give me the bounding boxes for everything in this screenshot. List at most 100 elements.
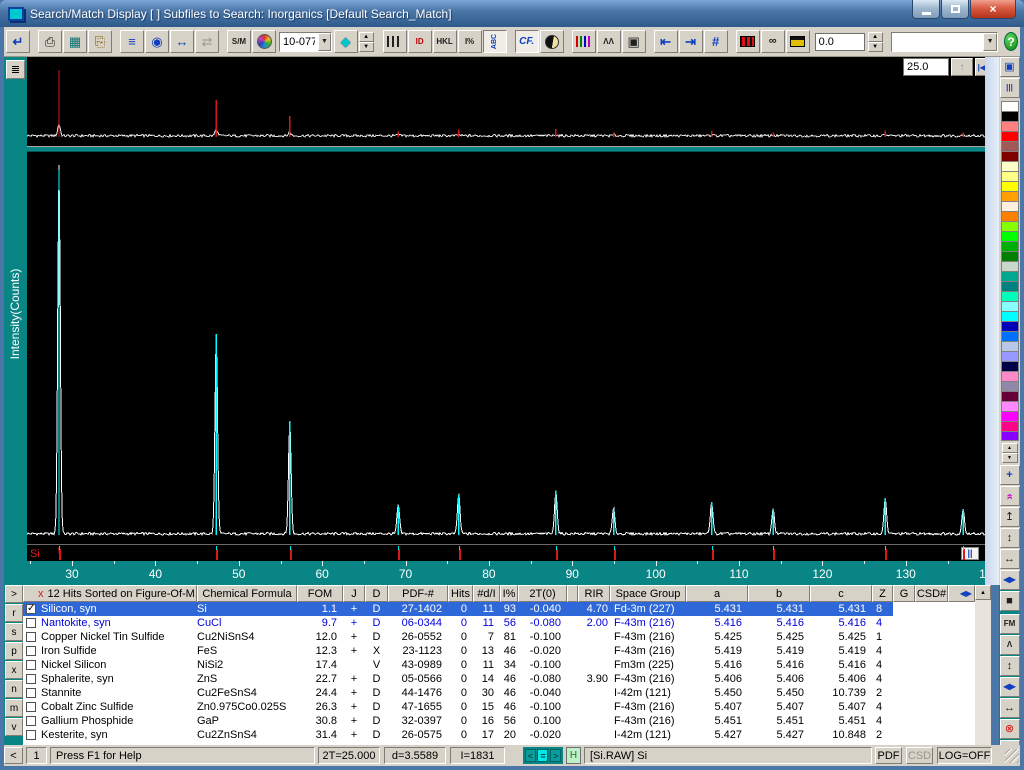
Sphalerite, syn[interactable]: Sphalerite, syn ZnS 22.7 + D 05-0566 0 1…: [23, 672, 975, 686]
profile-curves-button[interactable]: ΛΛ: [597, 30, 621, 53]
pdf-button[interactable]: PDF: [875, 747, 902, 764]
hkl-labels-button[interactable]: HKL: [433, 30, 457, 53]
palette-swatch[interactable]: [1001, 191, 1019, 201]
offset-input[interactable]: [815, 33, 865, 51]
palette-swatch[interactable]: [1001, 281, 1019, 291]
col-header-formula[interactable]: Chemical Formula: [197, 585, 297, 602]
col-header-z[interactable]: Z: [872, 585, 893, 602]
fm-button[interactable]: FM: [1000, 614, 1020, 634]
palette-swatch[interactable]: [1001, 221, 1019, 231]
Kesterite, syn[interactable]: Kesterite, syn Cu2ZnSnS4 31.4 + D 26-057…: [23, 728, 975, 742]
palette-spinner[interactable]: ▲ ▼: [1002, 443, 1018, 463]
palette-swatch[interactable]: [1001, 331, 1019, 341]
col-header-pdf[interactable]: PDF-#: [388, 585, 448, 602]
palette-swatch[interactable]: [1001, 171, 1019, 181]
column-layout-button[interactable]: |||: [1000, 78, 1020, 98]
h-button[interactable]: H: [566, 747, 581, 764]
col-header-csd[interactable]: CSD#: [915, 585, 948, 602]
palette-swatch[interactable]: [1001, 431, 1019, 441]
Copper Nickel Tin Sulfide[interactable]: Copper Nickel Tin Sulfide Cu2NiSnS4 12.0…: [23, 630, 975, 644]
nav-prev-button[interactable]: <: [525, 749, 536, 762]
overview-chart[interactable]: [27, 57, 985, 146]
peak-sticks-button[interactable]: [383, 30, 407, 53]
palette-swatch[interactable]: [1001, 391, 1019, 401]
ruler-tool-button[interactable]: ≣: [6, 60, 25, 79]
row-flag-button[interactable]: r: [5, 604, 23, 622]
tree-view-button[interactable]: ≡: [120, 30, 144, 53]
col-header-b[interactable]: b: [748, 585, 810, 602]
col-header-g[interactable]: G: [893, 585, 915, 602]
palette-swatch[interactable]: [1001, 261, 1019, 271]
palette-swatch[interactable]: [1001, 311, 1019, 321]
chevron-down-icon[interactable]: ▼: [983, 33, 997, 51]
color-sticks-button[interactable]: [572, 30, 596, 53]
legend-box-button[interactable]: ▣: [622, 30, 646, 53]
marker-spinner[interactable]: ▲▼: [359, 32, 374, 52]
pan-horizontal-button[interactable]: ↔: [170, 30, 194, 53]
column-resize-icon[interactable]: ◀▶: [960, 589, 974, 598]
row-checkbox[interactable]: [26, 632, 36, 642]
table-expand-vertical-button[interactable]: ↕: [1000, 656, 1020, 676]
symmetry-globe-button[interactable]: ◉: [145, 30, 169, 53]
row-flag-button[interactable]: p: [5, 642, 23, 660]
row-flag-button[interactable]: m: [5, 699, 23, 717]
row-flag-button[interactable]: >: [5, 585, 23, 603]
palette-swatch[interactable]: [1001, 241, 1019, 251]
shift-left-button[interactable]: ⇤: [654, 30, 678, 53]
spin-up-icon[interactable]: ▲: [868, 32, 883, 42]
col-header-ipct[interactable]: I%: [500, 585, 518, 602]
palette-swatch[interactable]: [1001, 401, 1019, 411]
spin-down-icon[interactable]: ▼: [1002, 453, 1018, 463]
scroll-up-icon[interactable]: ▲: [975, 585, 991, 600]
palette-swatch[interactable]: [1001, 161, 1019, 171]
palette-swatch[interactable]: [1001, 111, 1019, 121]
screen-display-button[interactable]: ▣: [1000, 57, 1020, 77]
print-button[interactable]: ⎙: [38, 30, 62, 53]
col-header-j[interactable]: J: [343, 585, 365, 602]
shift-right-button[interactable]: ⇥: [679, 30, 703, 53]
palette-swatch[interactable]: [1001, 321, 1019, 331]
refresh-button[interactable]: ⇄: [195, 30, 219, 53]
row-flag-button[interactable]: s: [5, 623, 23, 641]
row-checkbox[interactable]: [26, 702, 36, 712]
save-button[interactable]: ▦: [63, 30, 87, 53]
peak-window-button[interactable]: Λ: [1000, 635, 1020, 655]
palette-swatch[interactable]: [1001, 211, 1019, 221]
Iron Sulfide[interactable]: Iron Sulfide FeS 12.3 + X 23-1123 0 13 4…: [23, 644, 975, 658]
status-back-button[interactable]: <: [4, 747, 23, 764]
phase-combo[interactable]: ▼: [891, 32, 998, 52]
row-checkbox[interactable]: [26, 604, 36, 614]
expand-horizontal-button[interactable]: ↔: [1000, 549, 1020, 569]
delete-hit-button[interactable]: ⊗: [1000, 719, 1020, 739]
palette-swatch[interactable]: [1001, 351, 1019, 361]
pan-all-button[interactable]: +: [1000, 465, 1020, 485]
phase-combo-input[interactable]: [892, 33, 983, 51]
col-header-spacegroup[interactable]: Space Group: [610, 585, 686, 602]
report-button[interactable]: ⎘: [88, 30, 112, 53]
palette-swatch[interactable]: [1001, 371, 1019, 381]
csd-button[interactable]: CSD: [906, 747, 933, 764]
row-checkbox[interactable]: [26, 688, 36, 698]
spin-up-icon[interactable]: ▲: [359, 32, 374, 42]
hash-grid-button[interactable]: #: [704, 30, 728, 53]
yellow-bars-button[interactable]: [786, 30, 810, 53]
palette-swatch[interactable]: [1001, 301, 1019, 311]
red-bars-button[interactable]: [736, 30, 760, 53]
vertical-scroll-track[interactable]: [985, 57, 999, 585]
palette-swatch[interactable]: [1001, 341, 1019, 351]
compress-horizontal-button[interactable]: ◀▶: [1000, 570, 1020, 590]
minimize-button[interactable]: [912, 0, 940, 19]
col-header-ndi[interactable]: #d/I: [473, 585, 500, 602]
diamond-marker-button[interactable]: ◆: [334, 30, 358, 53]
Nickel Silicon[interactable]: Nickel Silicon NiSi2 17.4 V 43-0989 0 11…: [23, 658, 975, 672]
Cobalt Zinc Sulfide[interactable]: Cobalt Zinc Sulfide Zn0.975Co0.025S 26.3…: [23, 700, 975, 714]
id-peaks-button[interactable]: ID: [408, 30, 432, 53]
scale-top-button[interactable]: ↥: [1000, 507, 1020, 527]
chevron-down-icon[interactable]: ▼: [318, 33, 330, 51]
row-flag-button[interactable]: x: [5, 661, 23, 679]
col-header-a[interactable]: a: [686, 585, 748, 602]
row-flag-button[interactable]: n: [5, 680, 23, 698]
spin-down-icon[interactable]: ▼: [868, 42, 883, 52]
palette-swatch[interactable]: [1001, 121, 1019, 131]
palette-swatch[interactable]: [1001, 231, 1019, 241]
